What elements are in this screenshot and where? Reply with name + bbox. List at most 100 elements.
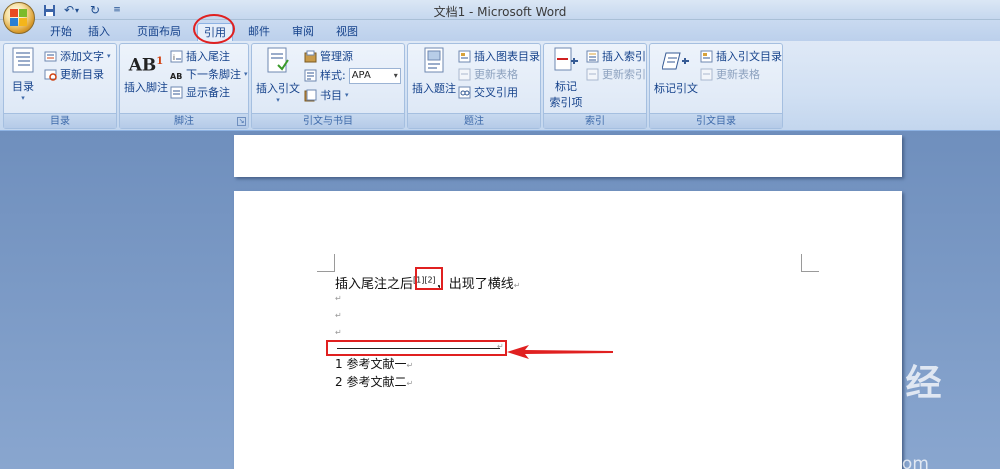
endnote-1-text: 1 参考文献一 bbox=[335, 357, 407, 371]
mark-citation-label: 标记引文 bbox=[654, 82, 698, 95]
footnote-ab-icon: AB1 bbox=[128, 55, 164, 76]
bibliography-icon bbox=[304, 89, 317, 102]
paragraph-mark-icon: ↵ bbox=[335, 294, 342, 303]
endnote-references-highlight-box bbox=[415, 267, 443, 290]
update-toc-icon bbox=[44, 68, 57, 81]
baidu-watermark: Bai du 经验 jingyan.baidu.com bbox=[758, 354, 958, 469]
endnote-2[interactable]: 2 参考文献二↵ bbox=[335, 373, 413, 390]
tab-review[interactable]: 审阅 bbox=[285, 23, 321, 41]
footnote-dialog-launcher-icon[interactable]: ↘ bbox=[237, 117, 246, 126]
svg-text:i: i bbox=[173, 54, 175, 62]
paragraph-mark-icon: ↵ bbox=[335, 328, 342, 337]
insert-footnote-button[interactable]: AB1 插入脚注 bbox=[124, 47, 168, 95]
toc-button[interactable]: 目录 ▾ bbox=[8, 47, 38, 102]
tab-page-layout[interactable]: 页面布局 bbox=[130, 23, 188, 41]
group-index-label: 索引 bbox=[544, 113, 646, 128]
update-index-label: 更新索引 bbox=[602, 68, 646, 81]
update-table-button[interactable]: 更新表格 bbox=[458, 66, 518, 83]
chevron-down-icon: ▾ bbox=[107, 52, 111, 60]
margin-corner-mark-left bbox=[317, 254, 335, 272]
show-notes-label: 显示备注 bbox=[186, 86, 230, 99]
update-table-label: 更新表格 bbox=[474, 68, 518, 81]
endnote-icon: i bbox=[170, 50, 183, 63]
paragraph-mark-icon: ↵ bbox=[406, 361, 414, 370]
red-arrow-icon bbox=[507, 345, 613, 359]
office-button[interactable] bbox=[3, 2, 35, 34]
insert-toa-button[interactable]: 插入引文目录 bbox=[700, 48, 782, 65]
update-toa-button[interactable]: 更新表格 bbox=[700, 66, 760, 83]
group-footnotes-label: 脚注 bbox=[120, 113, 248, 128]
tab-mailings[interactable]: 邮件 bbox=[241, 23, 277, 41]
insert-endnote-label: 插入尾注 bbox=[186, 50, 230, 63]
cross-reference-button[interactable]: 交叉引用 bbox=[458, 84, 518, 101]
insert-citation-label: 插入引文 bbox=[256, 82, 300, 95]
update-table-icon bbox=[458, 68, 471, 81]
next-footnote-icon: AB bbox=[170, 72, 183, 81]
bibliography-label: 书目 bbox=[320, 89, 342, 102]
group-captions-label: 题注 bbox=[408, 113, 540, 128]
paragraph-mark-icon: ↵ bbox=[406, 379, 414, 388]
mark-citation-icon bbox=[653, 47, 699, 78]
body-text-after: ，出现了横线 bbox=[435, 277, 514, 292]
insert-caption-label: 插入题注 bbox=[412, 82, 456, 95]
group-citations-label: 引文与书目 bbox=[252, 113, 404, 128]
insert-caption-button[interactable]: 插入题注 bbox=[411, 47, 457, 96]
manage-sources-button[interactable]: 管理源 bbox=[304, 48, 353, 65]
show-notes-button[interactable]: 显示备注 bbox=[170, 84, 230, 101]
update-index-icon bbox=[586, 68, 599, 81]
style-label: 样式: bbox=[320, 69, 346, 82]
insert-index-icon bbox=[586, 50, 599, 63]
separator-highlight-box bbox=[326, 340, 507, 356]
baidu-url: jingyan.baidu.com bbox=[772, 454, 929, 469]
insert-endnote-button[interactable]: i 插入尾注 bbox=[170, 48, 230, 65]
insert-index-button[interactable]: 插入索引 bbox=[586, 48, 646, 65]
add-text-label: 添加文字 bbox=[60, 50, 104, 63]
group-toa-label: 引文目录 bbox=[650, 113, 782, 128]
table-of-figures-icon bbox=[458, 50, 471, 63]
mark-citation-button[interactable]: 标记引文 bbox=[653, 47, 699, 96]
insert-caption-icon bbox=[411, 47, 457, 78]
update-index-button[interactable]: 更新索引 bbox=[586, 66, 646, 83]
margin-corner-mark-right bbox=[801, 254, 819, 272]
next-footnote-button[interactable]: AB 下一条脚注 ▾ bbox=[170, 66, 248, 83]
manage-sources-label: 管理源 bbox=[320, 50, 353, 63]
ribbon: 目录 ▾ 添加文字 ▾ 更新目录 目录 AB1 插入脚注 i 插入尾注 AB 下一… bbox=[0, 41, 1000, 131]
update-toa-icon bbox=[700, 68, 713, 81]
update-toa-label: 更新表格 bbox=[716, 68, 760, 81]
group-toc: 目录 ▾ 添加文字 ▾ 更新目录 目录 bbox=[3, 43, 117, 129]
tab-view[interactable]: 视图 bbox=[329, 23, 365, 41]
ribbon-tabs: 开始 插入 页面布局 引用 邮件 审阅 视图 bbox=[0, 20, 1000, 41]
endnote-1[interactable]: 1 参考文献一↵ bbox=[335, 355, 413, 372]
paragraph-mark-icon: ↵ bbox=[513, 281, 521, 290]
group-index: 标记 索引项 插入索引 更新索引 索引 bbox=[543, 43, 647, 129]
mark-entry-label-2: 索引项 bbox=[549, 96, 583, 109]
toc-icon bbox=[8, 47, 38, 76]
toc-button-label: 目录 bbox=[12, 80, 34, 93]
group-table-of-authorities: 标记引文 插入引文目录 更新表格 引文目录 bbox=[649, 43, 783, 129]
tab-home[interactable]: 开始 bbox=[42, 23, 80, 41]
chevron-down-icon: ▾ bbox=[276, 96, 280, 104]
next-footnote-label: 下一条脚注 bbox=[186, 68, 241, 81]
chevron-down-icon: ▾ bbox=[244, 70, 248, 78]
group-citations: 插入引文 ▾ 管理源 样式: APA 书目▾ 引文与书目 bbox=[251, 43, 405, 129]
body-text-before: 插入尾注之后 bbox=[335, 277, 414, 292]
office-logo-icon bbox=[10, 9, 28, 27]
chevron-down-icon: ▾ bbox=[345, 91, 349, 99]
insert-table-of-figures-button[interactable]: 插入图表目录 bbox=[458, 48, 540, 65]
tab-insert[interactable]: 插入 bbox=[80, 23, 118, 41]
window-title: 文档1 - Microsoft Word bbox=[433, 5, 567, 19]
add-text-button[interactable]: 添加文字 ▾ bbox=[44, 48, 111, 65]
style-selector[interactable]: 样式: APA bbox=[304, 67, 401, 84]
show-notes-icon bbox=[170, 86, 183, 99]
manage-sources-icon bbox=[304, 50, 317, 63]
mark-entry-label-1: 标记 bbox=[555, 80, 577, 93]
references-tab-highlight-circle bbox=[193, 14, 235, 44]
style-dropdown[interactable]: APA bbox=[348, 67, 401, 84]
cross-reference-label: 交叉引用 bbox=[474, 86, 518, 99]
bibliography-button[interactable]: 书目 ▾ bbox=[304, 87, 349, 104]
mark-entry-button[interactable]: 标记 索引项 bbox=[547, 47, 585, 110]
group-captions: 插入题注 插入图表目录 更新表格 交叉引用 题注 bbox=[407, 43, 541, 129]
insert-citation-button[interactable]: 插入引文 ▾ bbox=[256, 47, 300, 104]
group-footnotes: AB1 插入脚注 i 插入尾注 AB 下一条脚注 ▾ 显示备注 脚注 ↘ bbox=[119, 43, 249, 129]
update-toc-button[interactable]: 更新目录 bbox=[44, 66, 104, 83]
